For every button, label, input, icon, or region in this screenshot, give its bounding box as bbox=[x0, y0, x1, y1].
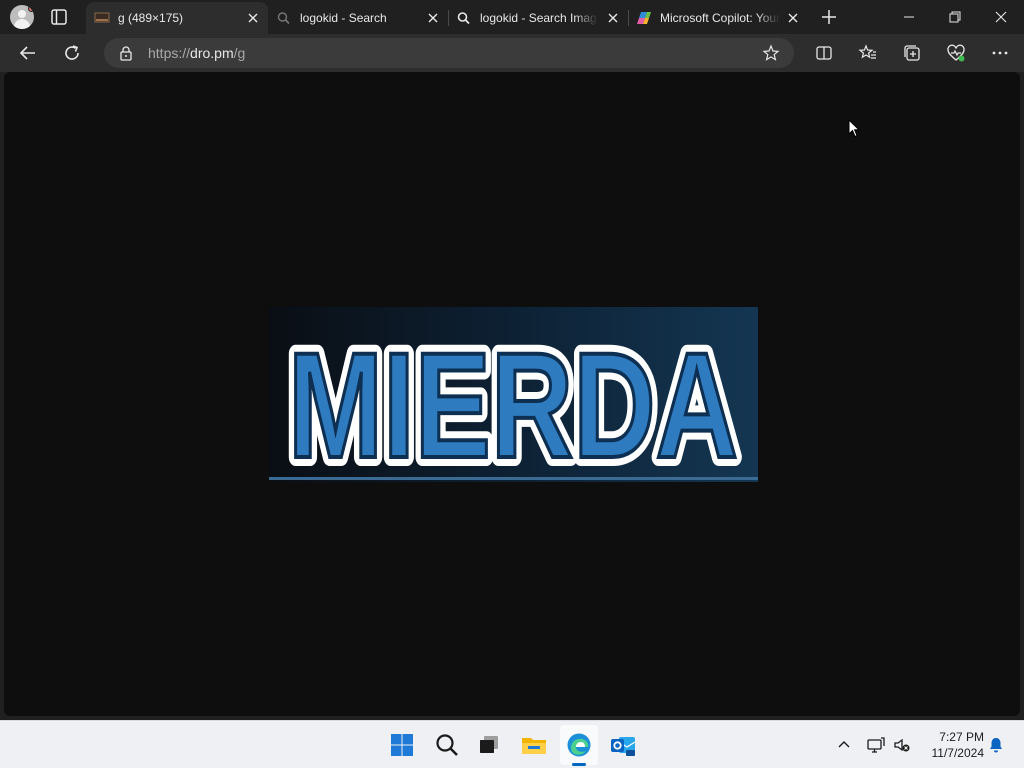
network-icon[interactable] bbox=[866, 735, 886, 755]
profile-avatar-icon[interactable] bbox=[10, 5, 34, 29]
url-path: /g bbox=[233, 45, 246, 61]
page-content: MIERDA MIERDA bbox=[4, 72, 1020, 716]
tab-title: g (489×175) bbox=[118, 11, 184, 25]
close-window-icon[interactable] bbox=[978, 0, 1024, 34]
volume-muted-icon[interactable] bbox=[892, 735, 912, 755]
logo-underline bbox=[269, 477, 758, 480]
split-screen-icon[interactable] bbox=[814, 43, 834, 63]
notification-bell-icon[interactable] bbox=[986, 735, 1006, 755]
logo-text: MIERDA bbox=[288, 321, 738, 482]
task-view-icon[interactable] bbox=[475, 731, 503, 759]
windows-start-icon[interactable] bbox=[388, 731, 416, 759]
close-tab-icon[interactable] bbox=[786, 11, 800, 25]
image-favicon-icon bbox=[94, 11, 110, 25]
minimize-icon[interactable] bbox=[886, 0, 932, 34]
taskbar: 7:27 PM 11/7/2024 bbox=[0, 720, 1024, 768]
close-tab-icon[interactable] bbox=[426, 11, 440, 25]
tab-logokid-search[interactable]: logokid - Search bbox=[268, 2, 448, 34]
close-tab-icon[interactable] bbox=[246, 11, 260, 25]
refresh-icon[interactable] bbox=[60, 41, 84, 65]
show-hidden-icons-icon[interactable] bbox=[834, 735, 854, 755]
collections-icon[interactable] bbox=[902, 43, 922, 63]
tab-image[interactable]: g (489×175) bbox=[86, 2, 268, 34]
clock-date: 11/7/2024 bbox=[931, 746, 985, 760]
tab-copilot[interactable]: Microsoft Copilot: Your bbox=[628, 2, 808, 34]
search-favicon-icon bbox=[456, 11, 472, 25]
favorite-star-icon[interactable] bbox=[762, 44, 780, 62]
search-icon[interactable] bbox=[433, 731, 461, 759]
mierda-logo-image[interactable]: MIERDA MIERDA bbox=[269, 307, 758, 482]
restore-icon[interactable] bbox=[932, 0, 978, 34]
active-app-indicator bbox=[572, 763, 586, 766]
tab-actions-icon[interactable] bbox=[48, 6, 70, 28]
navigation-toolbar: https://dro.pm/g bbox=[0, 34, 1024, 72]
tab-title: Microsoft Copilot: Your bbox=[660, 11, 780, 25]
file-explorer-icon[interactable] bbox=[520, 731, 548, 759]
mouse-cursor-icon bbox=[848, 119, 860, 138]
address-bar[interactable]: https://dro.pm/g bbox=[104, 38, 794, 68]
new-tab-icon[interactable] bbox=[818, 6, 840, 28]
browser-window: g (489×175) logokid - Search logokid - S… bbox=[0, 0, 1024, 720]
url-scheme: https:// bbox=[148, 45, 191, 61]
clock-time: 7:27 PM bbox=[939, 730, 984, 744]
edge-icon[interactable] bbox=[565, 731, 593, 759]
lock-icon[interactable] bbox=[118, 45, 134, 61]
copilot-favicon-icon bbox=[636, 11, 652, 25]
url-host: dro.pm bbox=[190, 45, 234, 61]
favorites-icon[interactable] bbox=[858, 43, 878, 63]
tab-strip: g (489×175) logokid - Search logokid - S… bbox=[0, 0, 1024, 34]
browser-essentials-icon[interactable] bbox=[946, 43, 966, 63]
back-icon[interactable] bbox=[16, 41, 40, 65]
url-text[interactable]: https://dro.pm/g bbox=[148, 45, 245, 61]
outlook-icon[interactable] bbox=[609, 731, 637, 759]
more-options-icon[interactable] bbox=[990, 43, 1010, 63]
tab-title: logokid - Search Images bbox=[480, 11, 598, 25]
search-favicon-icon bbox=[276, 11, 292, 25]
tab-logokid-images[interactable]: logokid - Search Images bbox=[448, 2, 628, 34]
close-tab-icon[interactable] bbox=[606, 11, 620, 25]
tab-title: logokid - Search bbox=[300, 11, 387, 25]
system-clock[interactable]: 7:27 PM 11/7/2024 bbox=[920, 729, 985, 761]
